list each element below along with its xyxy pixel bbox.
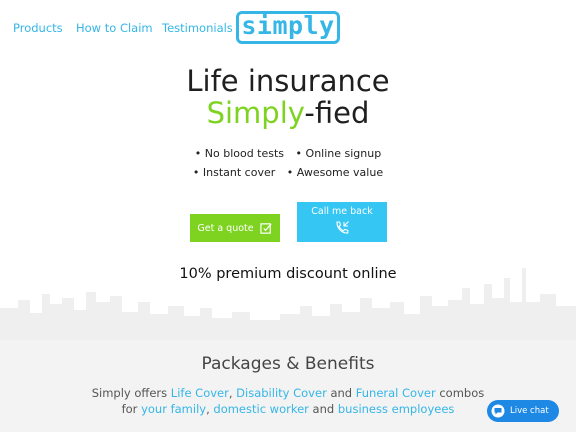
link-life-cover[interactable]: Life Cover bbox=[171, 386, 229, 400]
call-me-back-label: Call me back bbox=[311, 206, 373, 217]
checkbox-edit-icon bbox=[259, 222, 272, 234]
call-me-back-button[interactable]: Call me back bbox=[297, 202, 387, 242]
desc-text: combos bbox=[435, 386, 485, 400]
live-chat-button[interactable]: Live chat bbox=[487, 400, 559, 422]
hero-accent: Simply bbox=[206, 96, 305, 130]
link-business-employees[interactable]: business employees bbox=[338, 402, 455, 416]
packages-title: Packages & Benefits bbox=[201, 354, 375, 374]
hero-subtitle: Simply-fied bbox=[0, 96, 576, 130]
chat-bubble-icon bbox=[491, 404, 505, 418]
get-a-quote-button[interactable]: Get a quote bbox=[190, 214, 280, 242]
nav-link-how-to-claim[interactable]: How to Claim bbox=[76, 21, 153, 35]
simply-logo[interactable]: simply bbox=[236, 11, 340, 44]
phone-callback-icon bbox=[336, 221, 349, 234]
desc-text: Simply offers bbox=[91, 386, 171, 400]
top-nav: Products How to Claim Testimonials simpl… bbox=[0, 0, 576, 56]
feature-online-signup: • Online signup bbox=[295, 147, 382, 160]
link-your-family[interactable]: your family bbox=[141, 402, 206, 416]
packages-description-line-1: Simply offers Life Cover, Disability Cov… bbox=[0, 386, 576, 400]
link-funeral-cover[interactable]: Funeral Cover bbox=[356, 386, 436, 400]
get-a-quote-label: Get a quote bbox=[197, 222, 254, 234]
feature-bullets-row-1: • No blood tests • Online signup bbox=[0, 147, 576, 160]
hero-title: Life insurance bbox=[186, 64, 390, 98]
logo-text: simply bbox=[241, 11, 335, 40]
desc-text: and bbox=[326, 386, 356, 400]
desc-text: for bbox=[121, 402, 142, 416]
link-disability-cover[interactable]: Disability Cover bbox=[236, 386, 327, 400]
feature-no-blood-tests: • No blood tests bbox=[194, 147, 285, 160]
nav-link-products[interactable]: Products bbox=[13, 21, 63, 35]
feature-bullets-row-2: • Instant cover • Awesome value bbox=[0, 166, 576, 179]
live-chat-label: Live chat bbox=[510, 406, 549, 416]
feature-awesome-value: • Awesome value bbox=[286, 166, 384, 179]
hero-suffix: -fied bbox=[304, 96, 370, 130]
discount-text: 10% premium discount online bbox=[179, 266, 397, 282]
desc-text: and bbox=[308, 402, 338, 416]
nav-link-testimonials[interactable]: Testimonials bbox=[162, 21, 233, 35]
feature-instant-cover: • Instant cover bbox=[192, 166, 276, 179]
link-domestic-worker[interactable]: domestic worker bbox=[213, 402, 309, 416]
